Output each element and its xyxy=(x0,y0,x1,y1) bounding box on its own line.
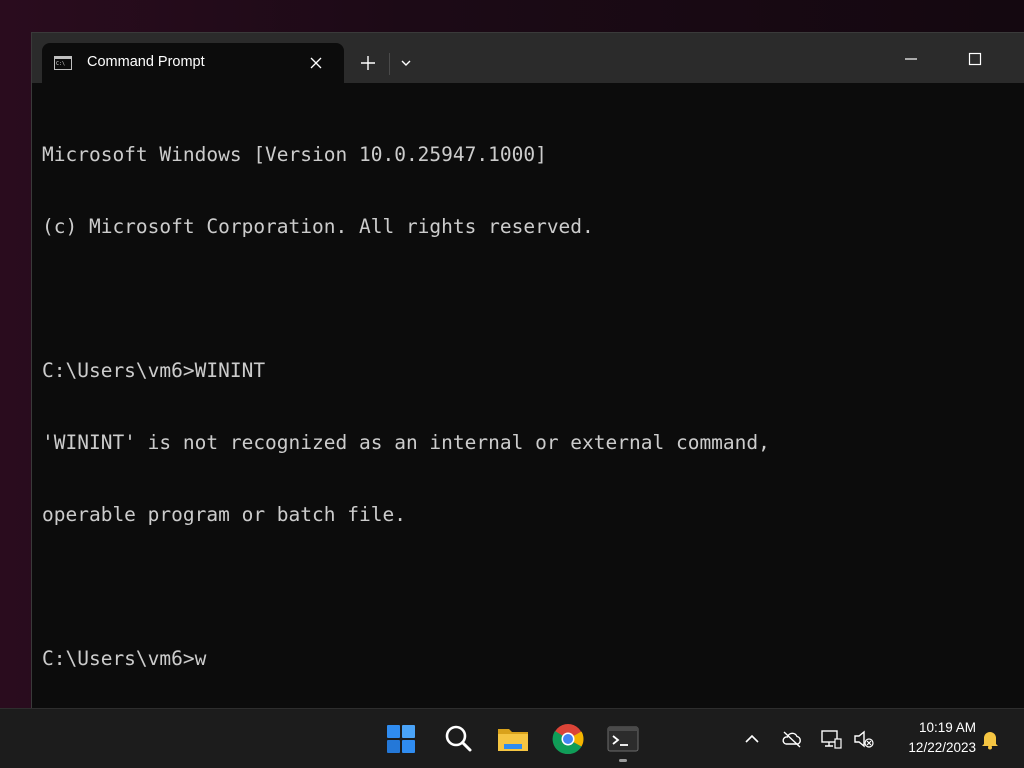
chevron-down-icon[interactable] xyxy=(394,51,418,75)
plus-icon[interactable] xyxy=(354,49,382,77)
tab-command-prompt[interactable]: C:\ Command Prompt xyxy=(42,43,344,83)
console-line: Microsoft Windows [Version 10.0.25947.10… xyxy=(42,143,547,166)
clock-date: 12/22/2023 xyxy=(908,740,976,755)
tab-divider xyxy=(389,53,390,75)
cmd-icon: C:\ xyxy=(54,56,72,70)
console-line: C:\Users\vm6>WININT xyxy=(42,359,266,382)
console-prompt-line: C:\Users\vm6>w xyxy=(42,647,207,670)
console-line: 'WININT' is not recognized as an interna… xyxy=(42,431,770,454)
clock-time: 10:19 AM xyxy=(918,720,976,735)
volume-muted-icon[interactable] xyxy=(852,727,876,751)
network-icon[interactable] xyxy=(819,727,843,751)
chrome-icon[interactable] xyxy=(550,721,586,757)
system-clock[interactable]: 10:19 AM 12/22/2023 xyxy=(884,718,976,758)
minimize-icon[interactable] xyxy=(896,47,926,71)
console-line: (c) Microsoft Corporation. All rights re… xyxy=(42,215,594,238)
svg-text:C:\: C:\ xyxy=(56,61,65,67)
console-line: operable program or batch file. xyxy=(42,503,406,526)
tab-title: Command Prompt xyxy=(87,54,205,70)
active-app-indicator xyxy=(619,759,627,762)
onedrive-offline-icon[interactable] xyxy=(780,727,804,751)
terminal-icon[interactable] xyxy=(605,721,641,757)
notification-bell-icon[interactable] xyxy=(978,727,1002,751)
close-icon[interactable] xyxy=(306,53,326,73)
maximize-icon[interactable] xyxy=(960,47,990,71)
chevron-up-icon[interactable] xyxy=(740,727,764,751)
search-icon[interactable] xyxy=(440,721,476,757)
file-explorer-icon[interactable] xyxy=(495,721,531,757)
title-bar: C:\ Command Prompt xyxy=(32,33,1024,83)
taskbar: 10:19 AM 12/22/2023 xyxy=(0,708,1024,768)
command-prompt-window: C:\ Command Prompt Microsoft Windows [Ve… xyxy=(31,32,1024,708)
console-output[interactable]: Microsoft Windows [Version 10.0.25947.10… xyxy=(42,95,1024,708)
windows-start-icon[interactable] xyxy=(383,721,419,757)
